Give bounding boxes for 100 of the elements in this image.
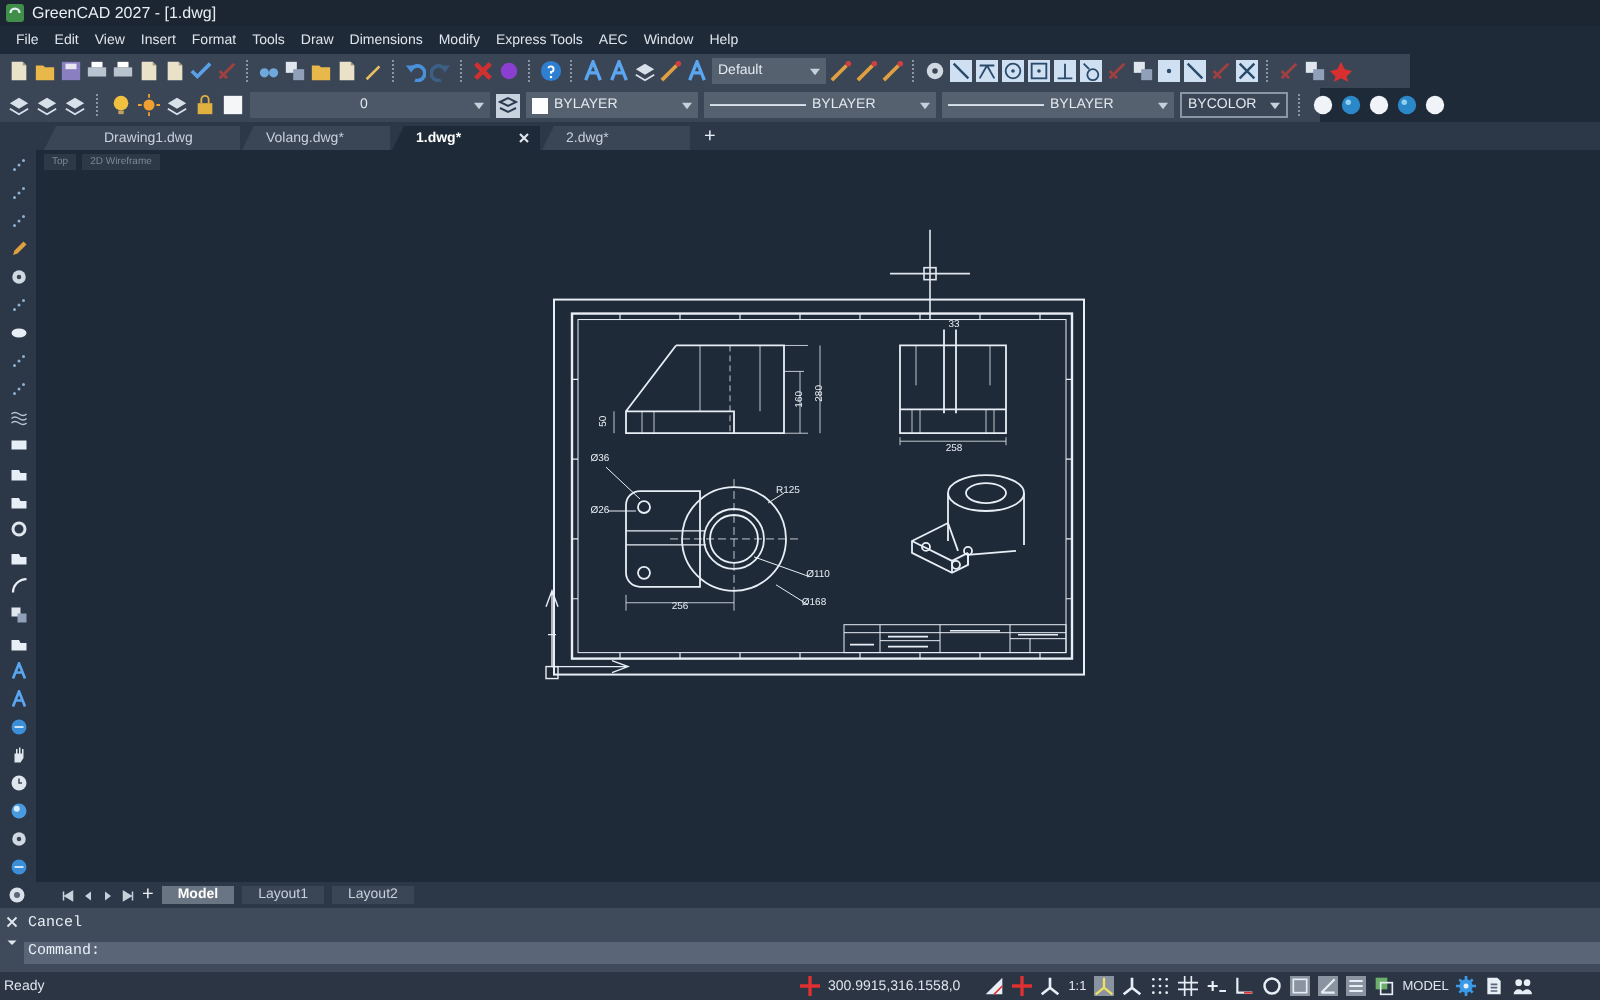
layers-icon[interactable] <box>634 60 656 82</box>
printer-icon[interactable] <box>86 60 108 82</box>
close-icon[interactable] <box>516 130 532 146</box>
color-swatch-icon <box>532 97 548 113</box>
arc-icon[interactable] <box>9 576 27 595</box>
document-icon[interactable] <box>336 60 358 82</box>
padlock-icon[interactable] <box>194 94 216 116</box>
annotation-icon[interactable] <box>1094 976 1115 996</box>
snap-line-icon[interactable] <box>1184 60 1206 82</box>
text-style-icon[interactable] <box>608 60 630 82</box>
hand-icon[interactable] <box>9 745 27 764</box>
dots-icon[interactable] <box>9 296 27 315</box>
slope-icon[interactable] <box>984 976 1005 996</box>
snap-intersection-icon[interactable] <box>1236 60 1258 82</box>
circle-icon[interactable] <box>9 520 27 539</box>
close-icon[interactable] <box>6 916 18 928</box>
first-tab-icon[interactable] <box>62 889 74 901</box>
dots-icon[interactable] <box>9 156 27 174</box>
previous-tab-icon[interactable] <box>82 889 94 901</box>
frame-icon[interactable] <box>1290 976 1311 996</box>
caret-icon <box>810 67 820 75</box>
isometric-part-drawing <box>911 474 1025 574</box>
text-style-icon[interactable] <box>9 689 27 708</box>
layers-icon[interactable] <box>36 94 58 116</box>
layers-icon[interactable] <box>8 94 30 116</box>
sphere-icon[interactable] <box>1424 94 1446 116</box>
text-style-icon[interactable] <box>686 60 708 82</box>
caret-icon <box>682 101 692 109</box>
square-icon[interactable] <box>222 94 244 116</box>
copy-icon[interactable] <box>9 605 27 623</box>
ortho-icon[interactable] <box>1206 976 1227 996</box>
new-tab-button[interactable]: + <box>692 126 728 150</box>
app-logo-icon <box>6 4 24 22</box>
grid-icon[interactable] <box>1150 976 1171 996</box>
bulb-icon[interactable] <box>110 94 132 116</box>
sphere-icon[interactable] <box>1396 94 1418 116</box>
document-icon[interactable] <box>164 60 186 82</box>
side-view-drawing <box>899 328 1007 446</box>
snap-point-icon[interactable] <box>1158 60 1180 82</box>
crosshair-icon[interactable] <box>1012 976 1033 996</box>
folder-icon[interactable] <box>34 60 56 82</box>
line-preview-icon <box>948 103 1044 107</box>
crosshair-icon[interactable] <box>800 976 820 996</box>
add-layout-button[interactable]: + <box>142 885 154 905</box>
settings-icon[interactable] <box>1456 976 1477 996</box>
snap-node-icon[interactable] <box>1028 60 1050 82</box>
globe-icon[interactable] <box>9 801 27 820</box>
next-tab-icon[interactable] <box>102 889 114 901</box>
disc-icon[interactable] <box>924 60 946 82</box>
sphere-icon[interactable] <box>1312 94 1334 116</box>
sun-icon[interactable] <box>138 94 160 116</box>
text-style-icon[interactable] <box>582 60 604 82</box>
disc-icon[interactable] <box>9 829 27 848</box>
layers-icon[interactable] <box>166 94 188 116</box>
clock-icon[interactable] <box>9 773 27 792</box>
axes-icon[interactable] <box>1122 976 1143 996</box>
pencil-icon[interactable] <box>9 240 27 259</box>
circle-icon[interactable] <box>1262 976 1283 996</box>
sphere-icon[interactable] <box>1368 94 1390 116</box>
list-icon[interactable] <box>1346 976 1367 996</box>
copy-icon[interactable] <box>1304 60 1326 82</box>
hatch-icon[interactable] <box>9 408 27 427</box>
grid-lines-icon[interactable] <box>1178 976 1199 996</box>
axes-icon[interactable] <box>1040 976 1061 996</box>
sheet-icon[interactable] <box>1484 976 1505 996</box>
lineweight-icon[interactable] <box>1318 976 1339 996</box>
ellipse-icon[interactable] <box>9 324 27 343</box>
caret-icon <box>1270 101 1280 109</box>
angle-icon[interactable] <box>1234 976 1255 996</box>
snap-tangent-icon[interactable] <box>1080 60 1102 82</box>
disc-icon[interactable] <box>9 268 27 287</box>
dots-icon[interactable] <box>9 352 27 371</box>
layer-manager-icon[interactable] <box>496 93 520 117</box>
copy-icon[interactable] <box>1132 60 1154 82</box>
text-style-icon[interactable] <box>9 661 27 680</box>
dots-icon[interactable] <box>9 184 27 203</box>
rectangle-icon[interactable] <box>9 436 27 455</box>
undo-icon[interactable] <box>404 60 426 82</box>
caret-icon <box>1158 101 1168 109</box>
snap-midpoint-icon[interactable] <box>976 60 998 82</box>
printer-icon[interactable] <box>112 60 134 82</box>
caret-icon[interactable] <box>6 936 18 948</box>
dots-icon[interactable] <box>9 212 27 231</box>
window-title: GreenCAD 2027 - [1.dwg] <box>32 4 217 22</box>
copy-icon[interactable] <box>284 60 306 82</box>
help-icon[interactable] <box>540 60 562 82</box>
selection-icon[interactable] <box>1374 976 1395 996</box>
folder-icon[interactable] <box>310 60 332 82</box>
brush-icon[interactable] <box>362 60 384 82</box>
snap-center-icon[interactable] <box>1002 60 1024 82</box>
snap-perpendicular-icon[interactable] <box>1054 60 1076 82</box>
layers-icon[interactable] <box>64 94 86 116</box>
last-tab-icon[interactable] <box>122 889 134 901</box>
document-icon[interactable] <box>138 60 160 82</box>
snap-line-icon[interactable] <box>950 60 972 82</box>
check-icon[interactable] <box>190 60 212 82</box>
document-icon[interactable] <box>8 60 30 82</box>
sphere-icon[interactable] <box>1340 94 1362 116</box>
people-icon[interactable] <box>1512 976 1533 996</box>
dots-icon[interactable] <box>9 380 27 399</box>
